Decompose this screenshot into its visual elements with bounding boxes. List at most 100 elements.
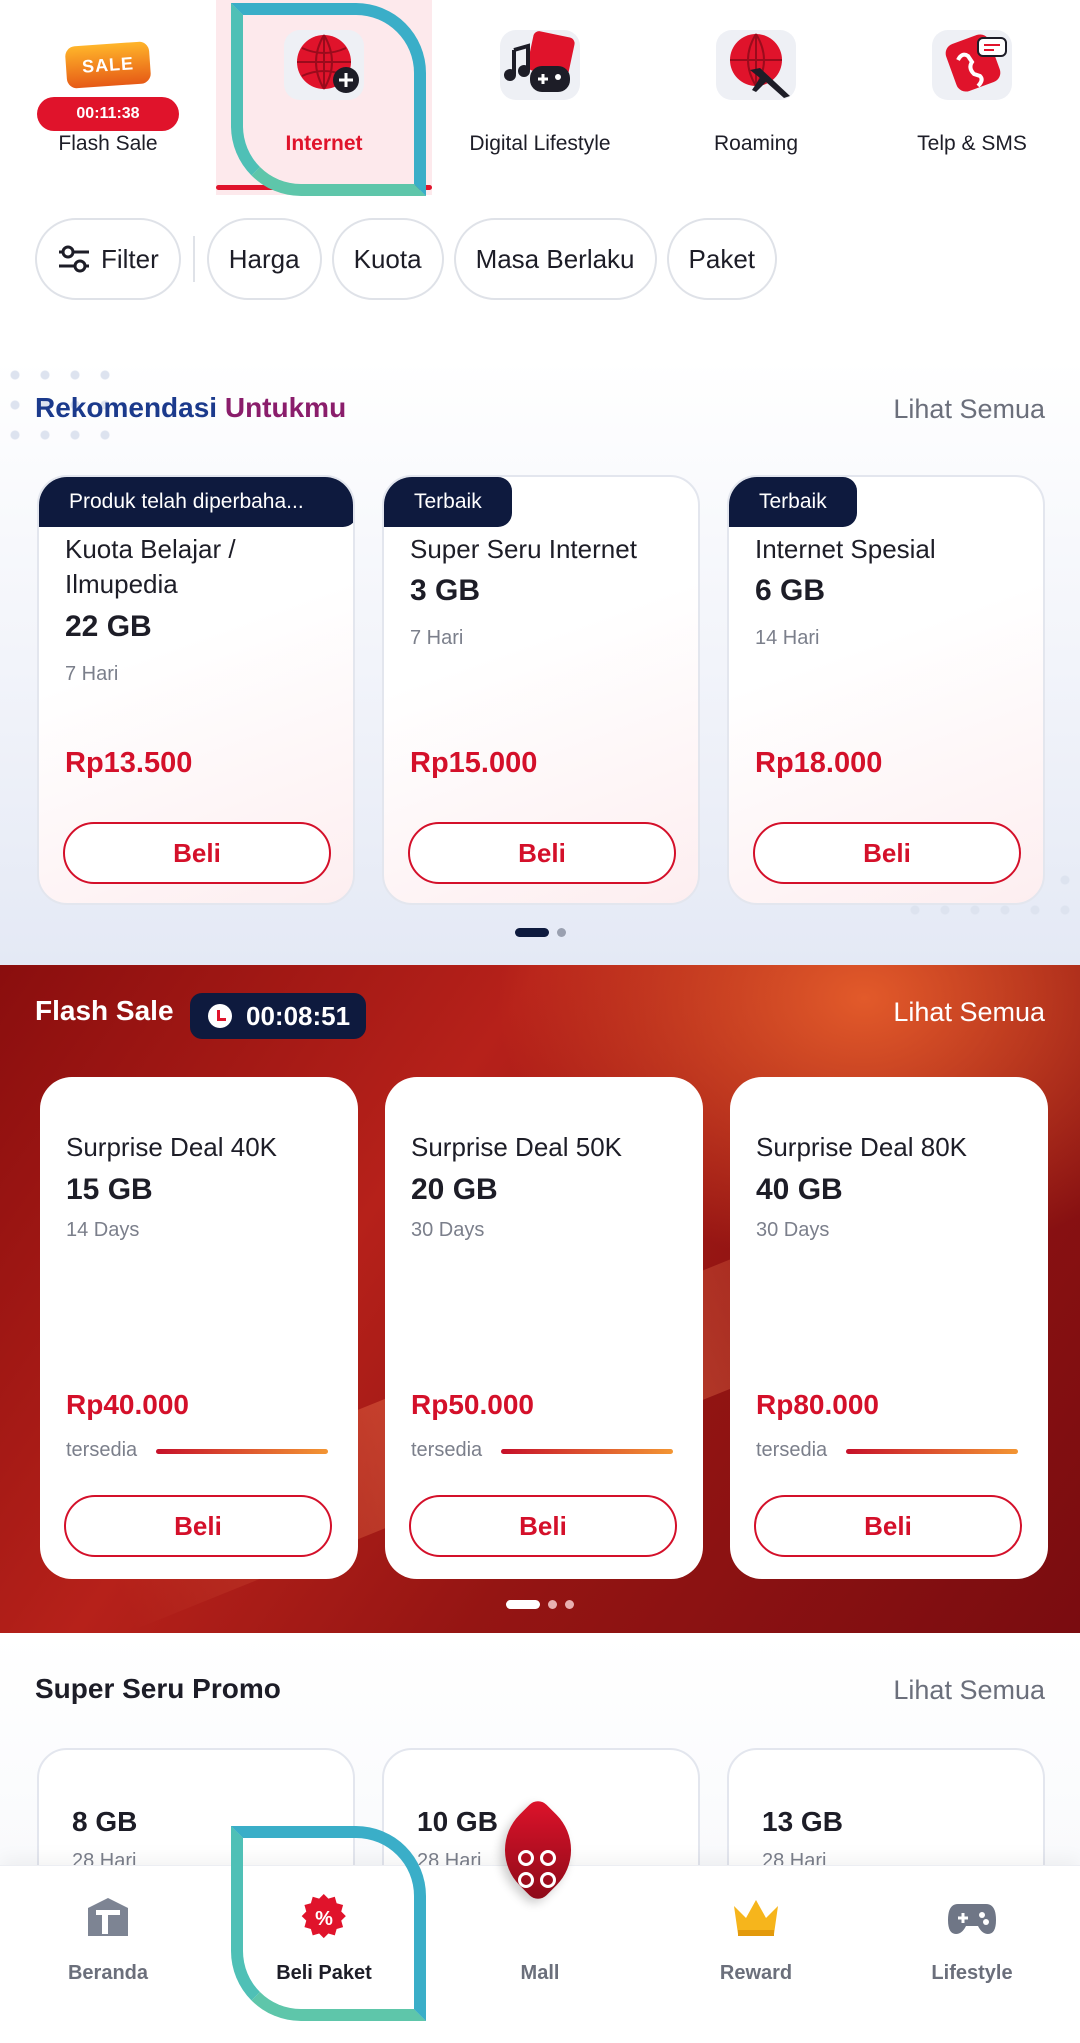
product-duration: 30 Days (411, 1219, 485, 1241)
product-quota: 22 GB (65, 610, 152, 643)
product-price: Rp40.000 (66, 1389, 189, 1420)
product-name: Internet Spesial (755, 534, 936, 564)
product-name: Kuota Belajar / Ilmupedia (65, 534, 236, 599)
product-tag: Produk telah diperbaha... (39, 477, 353, 527)
sliders-icon (59, 245, 89, 273)
category-digital-lifestyle[interactable]: Digital Lifestyle (432, 0, 648, 195)
product-price: Rp80.000 (756, 1389, 879, 1420)
buy-button[interactable]: Beli (409, 1495, 677, 1557)
product-quota: 40 GB (756, 1173, 843, 1206)
globe-plane-icon (716, 30, 796, 100)
chip-harga[interactable]: Harga (206, 218, 322, 300)
availability-bar (156, 1449, 328, 1454)
product-card[interactable]: Produk telah diperbaha... Kuota Belajar … (37, 475, 355, 905)
buy-button[interactable]: Beli (753, 822, 1021, 884)
pager-dot[interactable] (557, 928, 566, 937)
countdown-text: 00:08:51 (246, 1001, 351, 1031)
product-tag: Terbaik (729, 477, 857, 527)
product-price: Rp50.000 (411, 1389, 534, 1420)
availability-bar (846, 1449, 1018, 1454)
section-title: Super Seru Promo (35, 1673, 281, 1704)
flash-product-card[interactable]: Surprise Deal 40K 15 GB 14 Days Rp40.000… (40, 1077, 358, 1579)
nav-reward[interactable]: Reward (648, 1866, 864, 2043)
category-roaming[interactable]: Roaming (648, 0, 864, 195)
buy-button[interactable]: Beli (754, 1495, 1022, 1557)
product-quota: 20 GB (411, 1173, 498, 1206)
flash-sale-countdown: 00:08:51 (190, 993, 366, 1039)
nav-label: Beranda (67, 1962, 149, 1984)
flash-sale-timer: 00:11:38 (37, 97, 179, 131)
product-name: Super Seru Internet (410, 534, 637, 564)
phone-chat-icon (932, 30, 1012, 100)
pager-dot[interactable] (548, 1600, 557, 1609)
filter-button[interactable]: Filter (35, 218, 181, 300)
buy-button[interactable]: Beli (408, 822, 676, 884)
pager-dot-active[interactable] (515, 928, 549, 937)
product-price: Rp18.000 (755, 747, 883, 779)
chip-masa-berlaku[interactable]: Masa Berlaku (453, 218, 657, 300)
chip-divider (192, 236, 195, 282)
filter-chip-row: Filter Harga Kuota Masa Berlaku Paket (35, 218, 778, 300)
product-tag: Terbaik (384, 477, 512, 527)
availability-fill (501, 1449, 673, 1454)
see-all-link[interactable]: Lihat Semua (893, 394, 1045, 425)
category-bar: SALE 00:11:38 Flash Sale Internet Digita… (0, 0, 1080, 200)
buy-button[interactable]: Beli (64, 1495, 332, 1557)
category-label: Flash Sale (58, 132, 158, 155)
product-card[interactable]: Terbaik Internet Spesial 6 GB 14 Hari Rp… (727, 475, 1045, 905)
section-title-part: Untukmu (224, 392, 347, 423)
flash-product-card[interactable]: Surprise Deal 80K 40 GB 30 Days Rp80.000… (730, 1077, 1048, 1579)
buy-button[interactable]: Beli (63, 822, 331, 884)
see-all-link[interactable]: Lihat Semua (893, 1675, 1045, 1706)
category-label: Telp & SMS (917, 132, 1027, 155)
availability-label: tersedia (66, 1439, 138, 1461)
flash-sale-section: Flash Sale 00:08:51 Lihat Semua Surprise… (0, 965, 1080, 1633)
product-name: Surprise Deal 40K (66, 1132, 277, 1162)
availability-label: tersedia (756, 1439, 828, 1461)
crown-icon (734, 1900, 778, 1936)
section-title: Flash Sale (35, 995, 174, 1026)
chip-paket[interactable]: Paket (666, 218, 778, 300)
home-icon (88, 1898, 128, 1936)
product-price: Rp13.500 (65, 747, 193, 779)
product-duration: 7 Hari (410, 627, 464, 649)
product-duration: 14 Days (66, 1219, 140, 1241)
pager-dot-active[interactable] (506, 1600, 540, 1609)
category-label: Roaming (713, 132, 799, 155)
product-duration: 30 Days (756, 1219, 830, 1241)
product-quota: 3 GB (410, 574, 481, 607)
see-all-link[interactable]: Lihat Semua (893, 997, 1045, 1028)
product-quota: 8 GB (72, 1806, 138, 1837)
product-duration: 7 Hari (65, 663, 119, 685)
alarm-clock-icon (208, 1004, 232, 1028)
product-price: Rp15.000 (410, 747, 538, 779)
availability-fill (846, 1449, 1018, 1454)
pager-dot[interactable] (565, 1600, 574, 1609)
product-quota: 15 GB (66, 1173, 153, 1206)
carousel-pager (506, 1600, 574, 1609)
nav-label: Lifestyle (931, 1962, 1013, 1984)
availability-bar (501, 1449, 673, 1454)
gamepad-icon (948, 1904, 996, 1934)
product-duration: 14 Hari (755, 627, 820, 649)
product-card[interactable]: Terbaik Super Seru Internet 3 GB 7 Hari … (382, 475, 700, 905)
nav-label: Mall (520, 1962, 560, 1984)
category-telp-sms[interactable]: Telp & SMS (864, 0, 1080, 195)
chip-kuota[interactable]: Kuota (331, 218, 444, 300)
music-gamepad-icon (500, 30, 580, 100)
availability-label: tersedia (411, 1439, 483, 1461)
nav-lifestyle[interactable]: Lifestyle (864, 1866, 1080, 2043)
selection-highlight-frame (231, 3, 426, 196)
category-flash-sale[interactable]: SALE 00:11:38 Flash Sale (0, 0, 216, 195)
category-label: Digital Lifestyle (469, 132, 611, 155)
flash-product-card[interactable]: Surprise Deal 50K 20 GB 30 Days Rp50.000… (385, 1077, 703, 1579)
product-quota: 10 GB (417, 1806, 498, 1837)
nav-beranda[interactable]: Beranda (0, 1866, 216, 2043)
mall-dots-icon (518, 1850, 558, 1890)
nav-label: Reward (719, 1962, 793, 1984)
filter-label: Filter (101, 243, 159, 274)
product-name: Surprise Deal 50K (411, 1132, 622, 1162)
selection-highlight-frame (231, 1826, 426, 2021)
product-quota: 6 GB (755, 574, 826, 607)
flash-sale-badge-icon: SALE (64, 41, 152, 89)
